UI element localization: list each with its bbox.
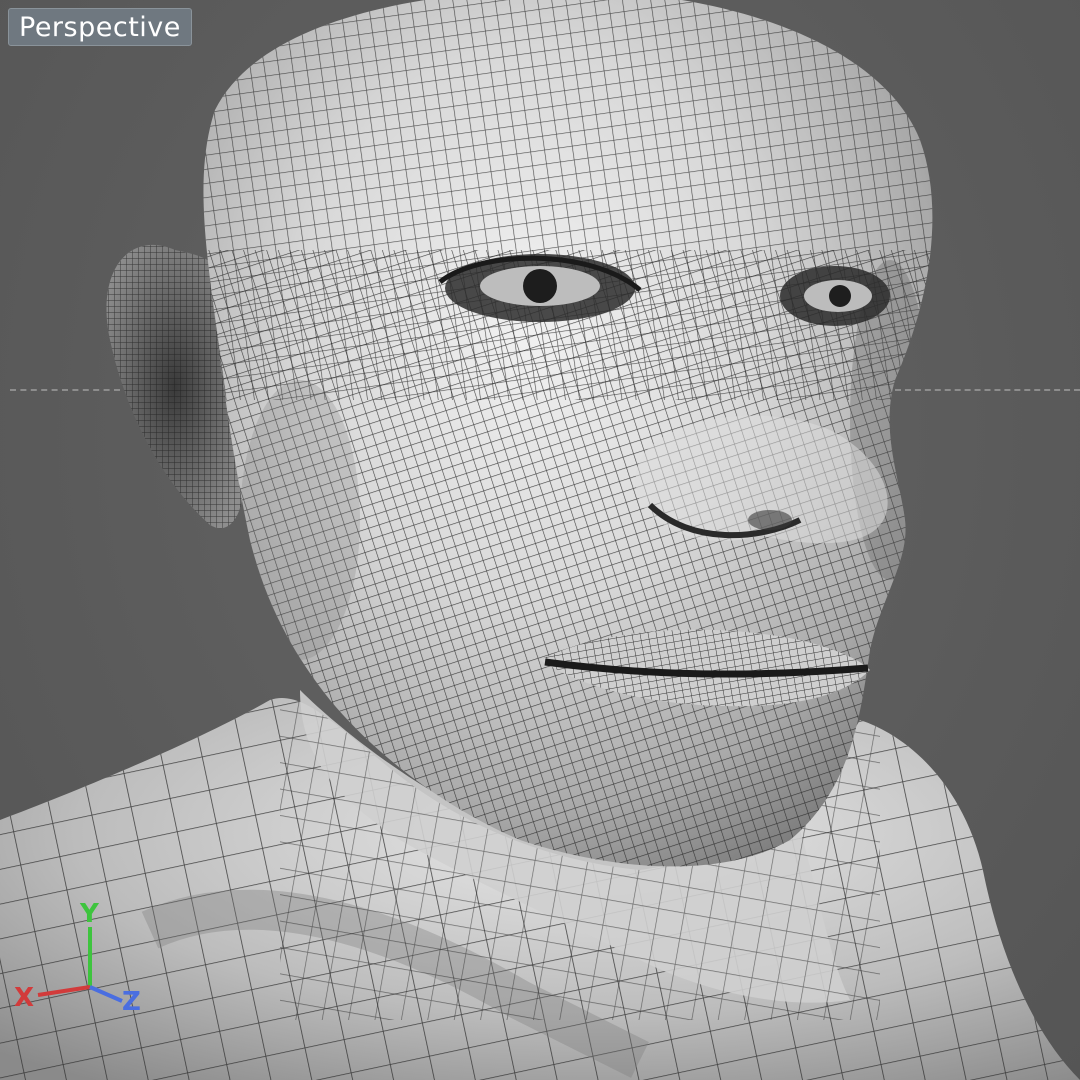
axis-gizmo: Y X Z [10,899,150,1020]
head-mesh-render [0,0,1080,1080]
z-axis-label: Z [122,987,141,1017]
y-axis-label: Y [80,899,99,929]
view-name-label[interactable]: Perspective [8,8,192,46]
right-eye [780,266,890,326]
horizon-guide-left [10,389,120,391]
x-axis-label: X [14,983,35,1013]
3d-viewport[interactable]: Perspective Y X Z [0,0,1080,1080]
horizon-guide-right [895,389,1080,391]
